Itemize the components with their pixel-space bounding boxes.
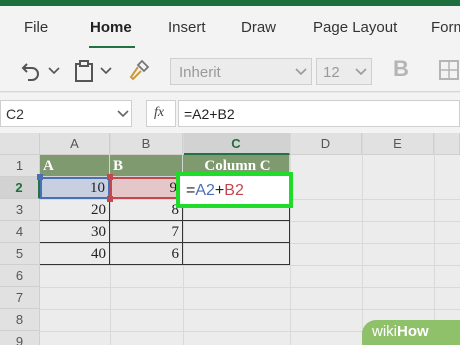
column-header-d[interactable]: D [290,133,362,155]
tab-file[interactable]: File [24,19,48,36]
fx-label: fx [154,105,165,120]
cell-a1[interactable]: A [40,155,110,177]
chevron-down-icon [295,68,307,79]
chevron-down-icon[interactable] [48,66,60,78]
row-header-5[interactable]: 5 [0,243,40,265]
wikihow-watermark: wikiHow [362,320,460,345]
cell-a2-value: 10 [90,180,105,196]
grid-line [40,287,460,288]
watermark-prefix: wiki [372,323,397,340]
insert-function-button[interactable]: fx [146,100,176,127]
chevron-down-icon[interactable] [100,66,112,78]
formula-ref-b2: B2 [224,182,244,199]
row-header-1[interactable]: 1 [0,155,40,177]
cell-a4[interactable]: 30 [40,221,110,243]
row-header-2[interactable]: 2 [0,177,40,199]
formula-input[interactable]: =A2+B2 [178,100,460,127]
cell-c2-editing[interactable]: =A2+B2 [176,172,293,208]
column-header-e[interactable]: E [362,133,434,155]
clipboard-icon[interactable] [74,60,94,86]
cell-c2-formula: =A2+B2 [186,182,244,200]
cell-a2[interactable]: 10 [40,177,110,199]
range-handle-b[interactable] [107,196,113,202]
grid-line [290,133,291,345]
grid-line [434,133,435,345]
cell-b5[interactable]: 6 [110,243,183,265]
font-name-select[interactable]: Inherit [170,58,312,85]
grid-line [362,133,363,345]
column-header-c[interactable]: C [183,133,290,155]
borders-icon[interactable] [438,59,460,85]
spreadsheet-grid: A B C D E 1 2 3 4 5 6 7 8 9 A B Column C… [0,133,460,345]
chevron-down-icon [117,110,129,121]
tab-draw[interactable]: Draw [241,19,276,36]
name-box-value: C2 [6,106,24,122]
grid-line [40,309,460,310]
column-header-a[interactable]: A [40,133,110,155]
tab-insert[interactable]: Insert [168,19,206,36]
formula-operator: + [214,182,225,199]
column-header-b[interactable]: B [110,133,183,155]
cell-b2[interactable]: 9 [110,177,182,199]
font-size-value: 12 [323,64,340,81]
cell-b1[interactable]: B [110,155,183,177]
cell-c5[interactable] [183,243,290,265]
row-header-9[interactable]: 9 [0,331,40,345]
cell-b3[interactable]: 8 [110,199,183,221]
toolbar: Inherit 12 B [0,48,460,92]
watermark-suffix: How [397,323,429,340]
bold-button[interactable]: B [393,56,409,82]
row-header-8[interactable]: 8 [0,309,40,331]
select-all-corner[interactable] [0,133,40,155]
format-painter-icon[interactable] [128,59,150,85]
chevron-down-icon [355,68,367,79]
range-handle-b[interactable] [107,174,113,180]
row-header-6[interactable]: 6 [0,265,40,287]
formula-text: =A2+B2 [184,106,235,122]
name-box[interactable]: C2 [0,100,132,127]
tab-formulas[interactable]: Form [431,19,460,36]
formula-ref-a2: A2 [195,182,215,199]
cell-a5[interactable]: 40 [40,243,110,265]
tab-home[interactable]: Home [90,19,132,36]
font-size-select[interactable]: 12 [316,58,372,85]
formula-equals: = [186,182,196,199]
watermark-text: wikiHow [372,323,429,340]
column-header-f[interactable] [434,133,460,155]
cell-b2-value: 9 [169,180,178,196]
cell-c4[interactable] [183,221,290,243]
undo-icon[interactable] [20,60,42,86]
row-header-4[interactable]: 4 [0,221,40,243]
grid-line [40,265,460,266]
tab-page-layout[interactable]: Page Layout [313,19,397,36]
ribbon-tabs: File Home Insert Draw Page Layout Form [0,6,460,49]
range-handle-a[interactable] [37,174,43,180]
formula-bar: C2 fx =A2+B2 [0,93,460,133]
cell-a3[interactable]: 20 [40,199,110,221]
row-header-3[interactable]: 3 [0,199,40,221]
cell-b4[interactable]: 7 [110,221,183,243]
row-header-7[interactable]: 7 [0,287,40,309]
font-name-value: Inherit [179,64,221,81]
